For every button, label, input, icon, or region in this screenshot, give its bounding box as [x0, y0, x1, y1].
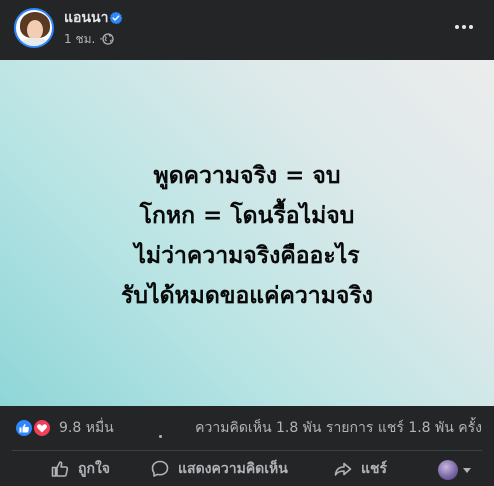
image-text-line: รับได้หมดขอแค่ความจริง [121, 283, 373, 309]
author-name[interactable]: แอนนา [64, 9, 108, 27]
comments-shares-count[interactable]: ความคิดเห็น 1.8 พัน รายการ แชร์ 1.8 พัน … [195, 419, 482, 437]
share-label: แชร์ [361, 460, 388, 477]
like-reaction-icon[interactable] [14, 418, 34, 438]
post-image[interactable]: พูดความจริง = จบ โกหก = โดนรื้อไม่จบ ไม่… [0, 60, 494, 406]
post-header: แอนนา 1 ชม. · [0, 0, 494, 60]
post-image-text: พูดความจริง = จบ โกหก = โดนรื้อไม่จบ ไม่… [0, 156, 494, 316]
chevron-down-icon [463, 468, 471, 473]
thumbs-up-icon [51, 460, 69, 477]
post-actions: ถูกใจ แสดงความคิดเห็น แชร์ [0, 451, 494, 486]
image-text-line: พูดความจริง = จบ [153, 163, 341, 189]
reaction-profile-selector[interactable] [438, 460, 478, 480]
comment-label: แสดงความคิดเห็น [178, 460, 288, 477]
share-button[interactable]: แชร์ [333, 451, 387, 486]
globe-icon [102, 33, 114, 45]
share-icon [334, 462, 352, 476]
post-time[interactable]: 1 ชม. · [64, 31, 103, 47]
author-avatar[interactable] [14, 8, 54, 48]
post-card: แอนนา 1 ชม. · พูดความจริง = จบ โกหก = โด… [0, 0, 494, 486]
more-options-icon[interactable] [451, 14, 477, 40]
like-label: ถูกใจ [78, 460, 110, 477]
profile-avatar [438, 460, 458, 480]
image-text-line: โกหก = โดนรื้อไม่จบ [139, 203, 355, 229]
verified-badge-icon [109, 11, 123, 25]
post-stats: 9.8 หมื่น ความคิดเห็น 1.8 พัน รายการ แชร… [0, 406, 494, 450]
separator-dot [159, 435, 162, 438]
reaction-count[interactable]: 9.8 หมื่น [59, 419, 114, 437]
image-text-line: ไม่ว่าความจริงคืออะไร [134, 243, 360, 269]
comment-icon [151, 460, 169, 477]
like-button[interactable]: ถูกใจ [50, 451, 110, 486]
comment-button[interactable]: แสดงความคิดเห็น [150, 451, 288, 486]
love-reaction-icon[interactable] [32, 418, 52, 438]
